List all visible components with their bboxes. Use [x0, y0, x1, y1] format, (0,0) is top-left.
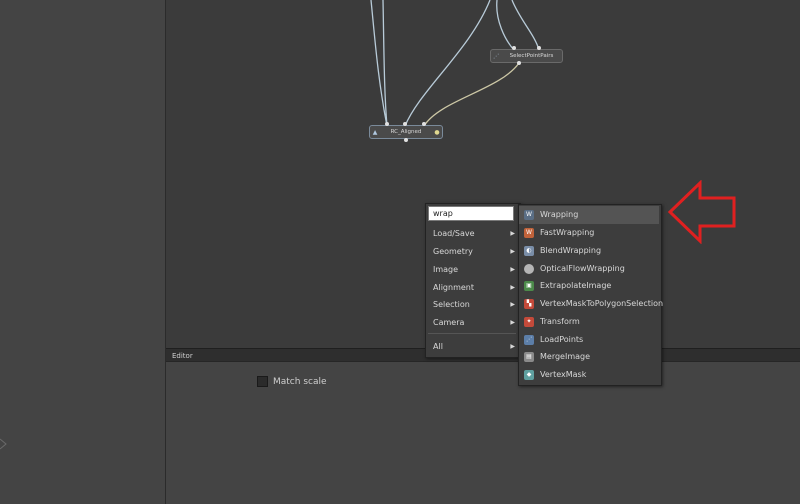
transform-icon: ✦ [524, 317, 534, 327]
category-label: Selection [433, 300, 470, 309]
fast-wrap-icon: W [524, 228, 534, 238]
submenu-arrow-icon: ▶ [510, 319, 515, 326]
lightbulb-icon[interactable]: ● [432, 129, 442, 136]
category-label: Load/Save [433, 229, 475, 238]
input-port[interactable] [537, 46, 541, 50]
result-optical-flow-wrapping[interactable]: OpticalFlowWrapping [519, 260, 659, 278]
result-label: FastWrapping [540, 228, 595, 237]
edge-mark-icon [0, 438, 7, 450]
result-label: Transform [540, 317, 580, 326]
submenu-arrow-icon: ▶ [510, 284, 515, 291]
input-port[interactable] [403, 122, 407, 126]
category-label: Camera [433, 318, 465, 327]
result-fast-wrapping[interactable]: W FastWrapping [519, 224, 659, 242]
result-label: VertexMaskToPolygonSelection [540, 299, 664, 308]
category-label: All [433, 342, 443, 351]
result-vertex-mask-to-polygon-selection[interactable]: ▚ VertexMaskToPolygonSelection [519, 295, 663, 313]
merge-image-icon: ▤ [524, 352, 534, 362]
extrapolate-icon: ▣ [524, 281, 534, 291]
optical-flow-icon [524, 264, 534, 274]
category-alignment[interactable]: Alignment ▶ [426, 279, 518, 296]
result-vertex-mask[interactable]: ◆ VertexMask [519, 366, 659, 384]
submenu-arrow-icon: ▶ [510, 301, 515, 308]
blend-icon: ◐ [524, 246, 534, 256]
result-transform[interactable]: ✦ Transform [519, 313, 659, 331]
wrap-icon: W [524, 210, 534, 220]
category-camera[interactable]: Camera ▶ [426, 314, 518, 331]
annotation-arrow-icon [667, 180, 736, 244]
mountain-icon: ▲ [372, 128, 378, 136]
result-label: VertexMask [540, 370, 587, 379]
category-label: Alignment [433, 283, 474, 292]
match-scale-option[interactable]: Match scale [257, 376, 327, 387]
submenu-arrow-icon: ▶ [510, 248, 515, 255]
submenu-arrow-icon: ▶ [510, 266, 515, 273]
point-pairs-icon: ⋰ [493, 52, 499, 60]
node-label: SelectPointPairs [509, 53, 554, 59]
node-rc-aligned[interactable]: ▲ RC_Aligned ● [369, 125, 443, 139]
result-label: BlendWrapping [540, 246, 602, 255]
load-points-icon: ⋰ [524, 335, 534, 345]
category-selection[interactable]: Selection ▶ [426, 296, 518, 313]
result-label: MergeImage [540, 352, 591, 361]
category-image[interactable]: Image ▶ [426, 261, 518, 278]
category-load-save[interactable]: Load/Save ▶ [426, 225, 518, 242]
result-blend-wrapping[interactable]: ◐ BlendWrapping [519, 242, 659, 260]
vertex-mask-icon: ◆ [524, 370, 534, 380]
result-label: LoadPoints [540, 335, 584, 344]
input-port[interactable] [385, 122, 389, 126]
result-extrapolate-image[interactable]: ▣ ExtrapolateImage [519, 277, 659, 295]
output-port[interactable] [404, 138, 408, 142]
result-label: Wrapping [540, 210, 579, 219]
submenu-arrow-icon: ▶ [510, 230, 515, 237]
node-label: RC_Aligned [390, 129, 422, 135]
category-all[interactable]: All ▶ [426, 338, 518, 355]
category-label: Image [433, 265, 459, 274]
match-scale-label: Match scale [273, 376, 327, 387]
input-port[interactable] [512, 46, 516, 50]
output-port[interactable] [517, 61, 521, 65]
result-load-points[interactable]: ⋰ LoadPoints [519, 331, 659, 349]
match-scale-checkbox[interactable] [257, 376, 268, 387]
category-label: Geometry [433, 247, 473, 256]
input-port[interactable] [422, 122, 426, 126]
node-search-input[interactable] [428, 206, 514, 221]
node-select-point-pairs[interactable]: ⋰ SelectPointPairs [490, 49, 563, 63]
category-geometry[interactable]: Geometry ▶ [426, 243, 518, 260]
result-merge-image[interactable]: ▤ MergeImage [519, 348, 659, 366]
menu-separator [428, 333, 516, 334]
submenu-arrow-icon: ▶ [510, 343, 515, 350]
result-label: OpticalFlowWrapping [540, 264, 625, 273]
vertex-mask-selection-icon: ▚ [524, 299, 534, 309]
result-label: ExtrapolateImage [540, 281, 612, 290]
result-wrapping[interactable]: W Wrapping [519, 206, 659, 224]
